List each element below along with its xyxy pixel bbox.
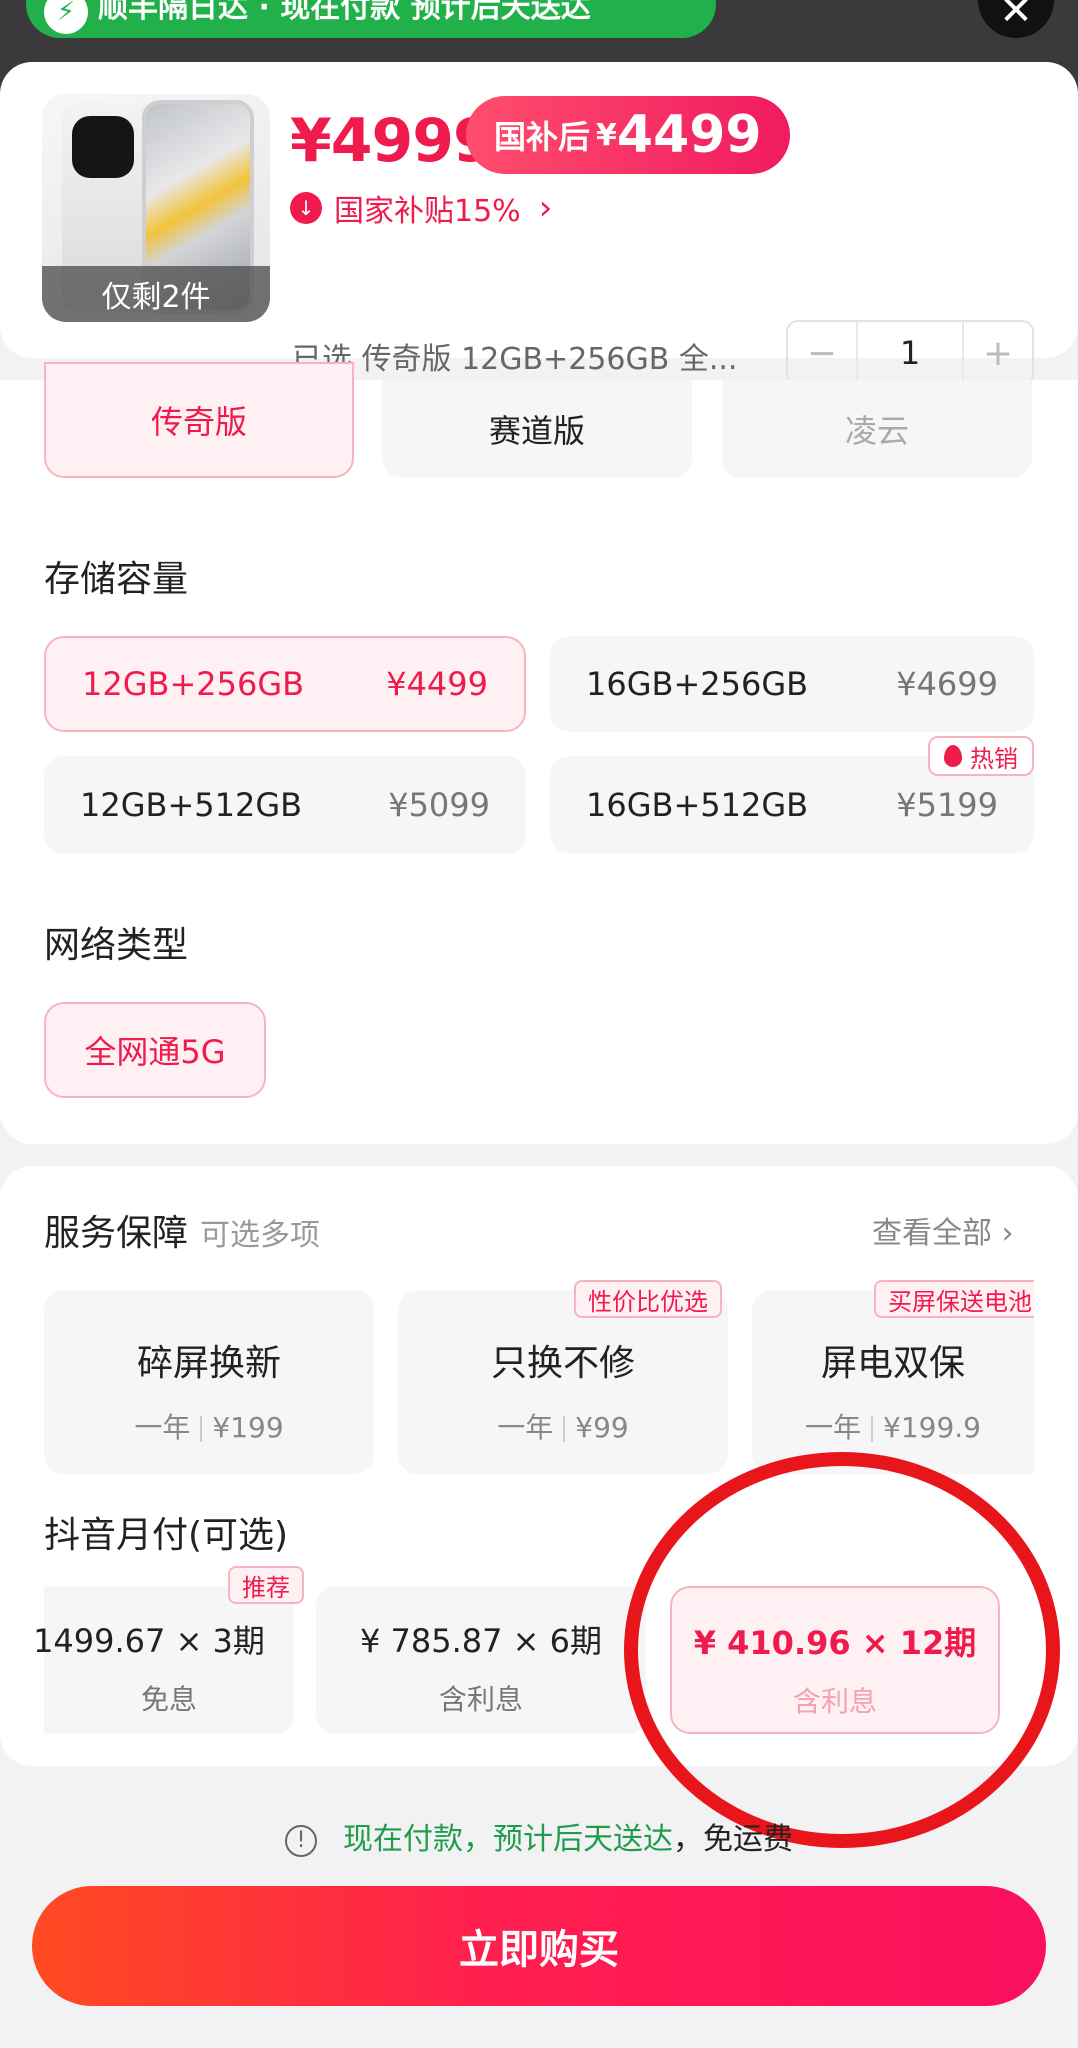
storage-option-price: ¥5099 [388, 786, 490, 824]
installment-note: 含利息 [438, 1683, 523, 1716]
decrease-button[interactable]: − [788, 322, 856, 384]
storage-option-12-256[interactable]: 12GB+256GB ¥4499 [44, 636, 526, 732]
divider [563, 1416, 566, 1442]
lightning-icon: ⚡ [44, 0, 88, 34]
selected-summary: 已选 传奇版 12GB+256GB 全... [292, 342, 738, 377]
delivery-notice-green: 现在付款，预计后天送达 [343, 1822, 673, 1857]
storage-option-12-512[interactable]: 12GB+512GB ¥5099 [44, 756, 526, 854]
storage-option-price: ¥5199 [896, 786, 998, 824]
hot-sale-badge: 热销 [928, 736, 1034, 776]
chevron-right-icon: › [1001, 1216, 1014, 1251]
product-header-card: 仅剩2件 ¥4999 国补后 ¥ 4499 ↓ 国家补贴15% › 已选 传奇版… [0, 62, 1078, 386]
installment-section-title: 抖音月付(可选) [44, 1515, 289, 1556]
quantity-stepper: − 1 + [786, 320, 1034, 386]
storage-option-16-256[interactable]: 16GB+256GB ¥4699 [550, 636, 1034, 732]
info-icon: ! [285, 1824, 317, 1857]
service-price-line: 一年 ¥199.9 [752, 1406, 1034, 1446]
delivery-notice: ! 现在付款，预计后天送达，免运费 [0, 1814, 1078, 1858]
storage-option-name: 12GB+512GB [80, 786, 303, 824]
service-name: 碎屏换新 [136, 1343, 281, 1384]
view-all-link[interactable]: 查看全部 › [872, 1208, 1014, 1252]
subsidy-price-badge: 国补后 ¥ 4499 [466, 96, 790, 174]
quantity-value[interactable]: 1 [856, 322, 964, 384]
product-thumbnail: 仅剩2件 [42, 94, 270, 322]
service-price: ¥199.9 [883, 1411, 981, 1444]
storage-option-name: 12GB+256GB [82, 665, 305, 703]
storage-option-name: 16GB+256GB [586, 665, 809, 703]
services-section-title: 服务保障 可选多项 [44, 1204, 320, 1256]
camera-module [72, 116, 134, 178]
service-term: 一年 [805, 1411, 862, 1444]
network-section-title: 网络类型 [44, 925, 189, 966]
highlight-circle [624, 1452, 1060, 1848]
original-price: ¥4999 [290, 106, 495, 176]
service-term: 一年 [134, 1411, 191, 1444]
edition-option-legend[interactable]: 传奇版 [44, 362, 354, 478]
storage-option-name: 16GB+512GB [586, 786, 809, 824]
recommend-tag: 推荐 [228, 1566, 304, 1604]
subsidy-text: 国家补贴15% [334, 194, 521, 229]
installment-amount: 1499.67 × 3期 [33, 1622, 265, 1660]
divider [200, 1416, 203, 1442]
services-hint: 可选多项 [200, 1218, 321, 1253]
subsidy-link[interactable]: ↓ 国家补贴15% › [290, 186, 552, 230]
close-button[interactable]: ✕ [978, 0, 1054, 38]
service-price: ¥99 [575, 1411, 629, 1444]
service-price: ¥199 [212, 1411, 284, 1444]
services-title-text: 服务保障 [44, 1213, 189, 1254]
stock-label: 仅剩2件 [42, 266, 270, 322]
service-price-line: 一年 ¥199 [44, 1406, 374, 1446]
chevron-right-icon: › [538, 188, 553, 228]
service-name: 屏电双保 [820, 1343, 965, 1384]
delivery-promo-pill: ⚡ 顺丰隔日达 · 现在付款 预计后天送达 [26, 0, 716, 38]
storage-option-price: ¥4699 [896, 665, 998, 703]
network-option-5g[interactable]: 全网通5G [44, 1002, 266, 1098]
down-arrow-icon: ↓ [290, 192, 322, 224]
divider [871, 1416, 874, 1442]
subsidy-amount: 4499 [616, 105, 762, 165]
increase-button[interactable]: + [964, 322, 1032, 384]
service-price-line: 一年 ¥99 [398, 1406, 728, 1446]
subsidy-currency: ¥ [596, 117, 617, 153]
installment-amount: ¥ 785.87 × 6期 [359, 1622, 603, 1660]
edition-option-track[interactable]: 赛道版 [382, 380, 692, 478]
edition-option-lingyun[interactable]: 凌云 [722, 380, 1032, 478]
storage-section-title: 存储容量 [44, 559, 189, 600]
storage-option-price: ¥4499 [386, 665, 488, 703]
flame-icon [944, 745, 962, 767]
service-option-screen-replace[interactable]: 碎屏换新 一年 ¥199 [44, 1290, 374, 1474]
buy-now-button[interactable]: 立即购买 [32, 1886, 1046, 2006]
delivery-notice-rest: ，免运费 [673, 1822, 793, 1857]
installment-note: 免息 [140, 1683, 197, 1716]
installment-option-3[interactable]: 1499.67 × 3期 免息 [33, 1586, 294, 1734]
service-term: 一年 [497, 1411, 554, 1444]
service-name: 只换不修 [490, 1343, 635, 1384]
bonus-battery-tag: 买屏保送电池 [874, 1280, 1034, 1318]
hot-sale-text: 热销 [970, 744, 1018, 773]
installment-option-6[interactable]: ¥ 785.87 × 6期 含利息 [316, 1586, 646, 1734]
value-pick-tag: 性价比优选 [574, 1280, 722, 1318]
subsidy-prefix: 国补后 [494, 118, 591, 156]
promo-text: 顺丰隔日达 · 现在付款 预计后天送达 [98, 0, 591, 25]
close-icon: ✕ [999, 0, 1033, 34]
view-all-text: 查看全部 [872, 1216, 992, 1251]
